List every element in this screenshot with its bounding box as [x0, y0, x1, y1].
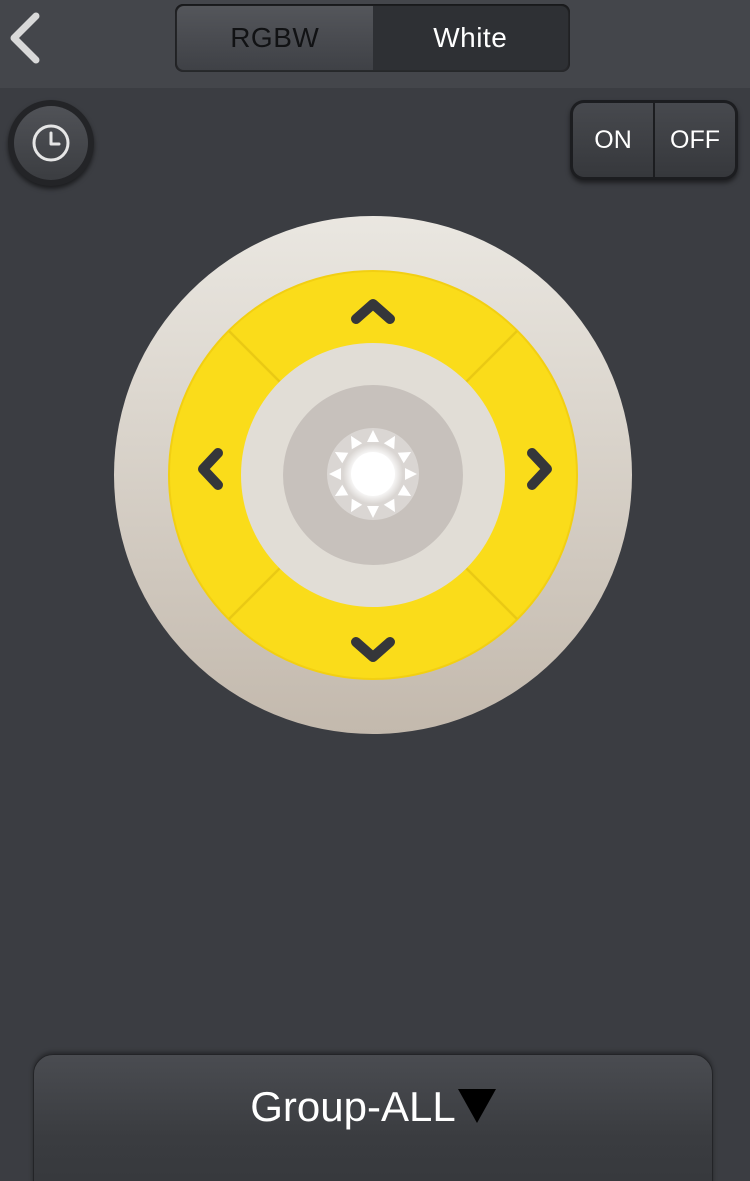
group-label: Group-ALL	[250, 1083, 456, 1130]
brightness-dial	[114, 216, 632, 734]
mode-switch: RGBW White	[175, 4, 570, 72]
group-selector-content: Group-ALL	[250, 1079, 496, 1139]
caret-down-icon	[457, 1089, 496, 1123]
top-bar: RGBW White	[0, 0, 750, 88]
off-button[interactable]: OFF	[655, 103, 735, 177]
center-light-button[interactable]	[284, 386, 462, 564]
color-temp-right-button[interactable]	[492, 406, 572, 544]
brightness-up-button[interactable]	[304, 276, 442, 356]
power-switch: ON OFF	[570, 100, 738, 180]
color-temp-left-button[interactable]	[174, 406, 254, 544]
group-selector[interactable]: Group-ALL	[33, 1054, 713, 1181]
chevron-left-icon	[10, 12, 40, 64]
app-screen: RGBW White ON OFF Group-ALL	[0, 0, 750, 1181]
timer-button[interactable]	[8, 100, 94, 186]
brightness-down-button[interactable]	[304, 596, 442, 676]
tab-rgbw[interactable]: RGBW	[177, 6, 373, 70]
clock-icon	[32, 124, 70, 162]
tab-white[interactable]: White	[372, 6, 568, 70]
back-button[interactable]	[0, 6, 60, 70]
on-button[interactable]: ON	[573, 103, 653, 177]
